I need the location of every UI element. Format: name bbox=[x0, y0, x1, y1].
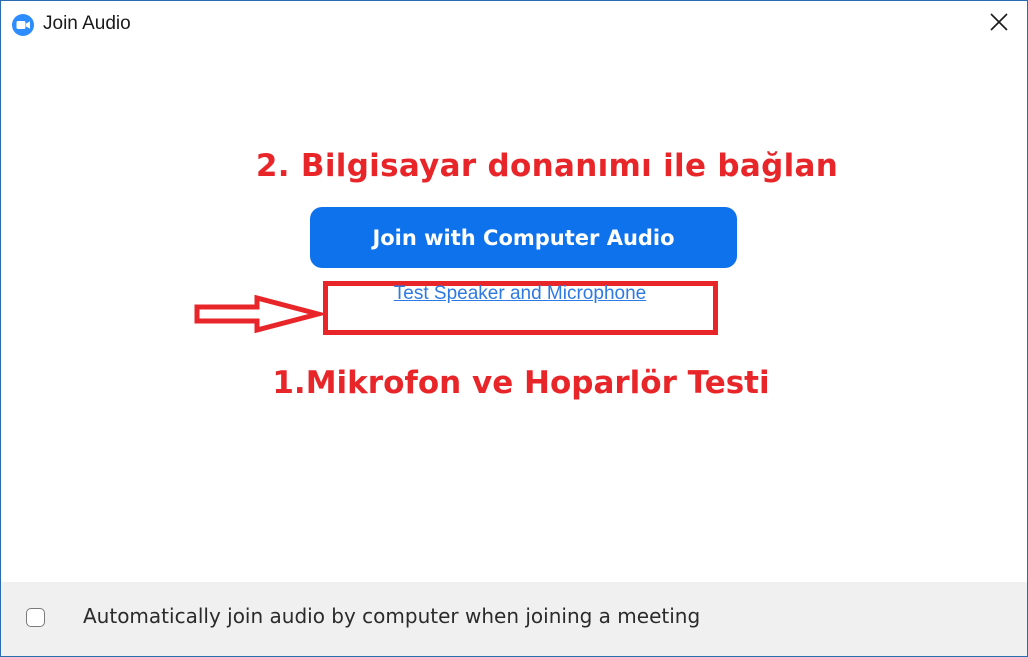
zoom-camera-icon bbox=[12, 14, 34, 36]
red-arrow-icon bbox=[194, 295, 324, 333]
annotation-step1: 1.Mikrofon ve Hoparlör Testi bbox=[272, 365, 770, 401]
join-audio-window: Join Audio 2. Bilgisayar donanımı ile ba… bbox=[0, 0, 1028, 657]
auto-join-label[interactable]: Automatically join audio by computer whe… bbox=[83, 604, 700, 628]
annotation-step2: 2. Bilgisayar donanımı ile bağlan bbox=[255, 148, 839, 184]
auto-join-checkbox[interactable] bbox=[26, 608, 45, 627]
title-bar: Join Audio bbox=[1, 1, 1027, 49]
join-computer-audio-button[interactable]: Join with Computer Audio bbox=[310, 207, 737, 268]
window-title: Join Audio bbox=[43, 13, 131, 34]
main-content: 2. Bilgisayar donanımı ile bağlan Join w… bbox=[1, 49, 1027, 582]
test-speaker-microphone-link[interactable]: Test Speaker and Microphone bbox=[324, 283, 716, 305]
footer-bar: Automatically join audio by computer whe… bbox=[1, 582, 1027, 656]
close-button[interactable] bbox=[971, 1, 1027, 47]
close-icon bbox=[990, 12, 1008, 36]
